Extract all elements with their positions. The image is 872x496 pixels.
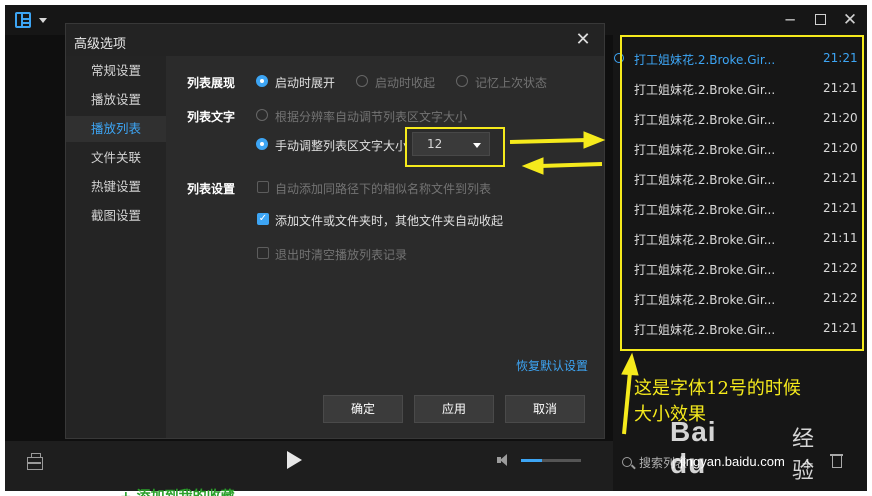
arrow-up-head-icon <box>621 352 639 376</box>
arrow-right-icon <box>509 138 589 144</box>
arrow-right-head-icon <box>583 131 606 149</box>
watermark-brand: Bai du <box>670 416 717 479</box>
arrow-left-icon <box>539 162 603 168</box>
watermark-url: jingyan.baidu.com <box>680 454 785 469</box>
arrow-up-icon <box>622 371 632 435</box>
page-bottom-strip: + 添加到我的收藏 <box>120 486 235 496</box>
watermark-cn: 经验 <box>792 426 815 483</box>
arrow-left-head-icon <box>521 157 544 175</box>
caption-line-1: 这是字体12号的时候 <box>634 378 801 399</box>
